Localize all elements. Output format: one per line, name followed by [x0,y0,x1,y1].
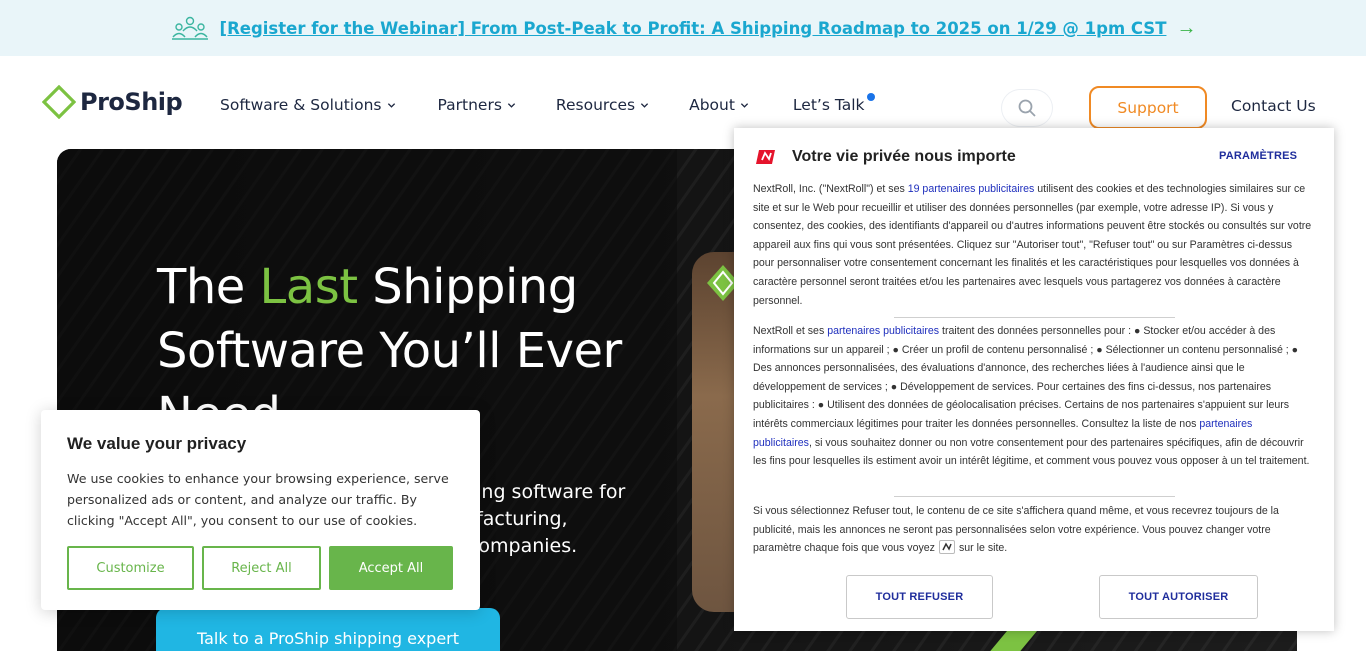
nav-label: About [689,96,735,114]
hero-subtitle-line: nufacturing, [452,508,568,530]
partners-link[interactable]: partenaires publicitaires [827,325,939,337]
hero-title-accent: Last [259,259,358,315]
nav-about[interactable]: About [689,96,749,114]
search-button[interactable] [1001,89,1053,127]
text-segment: , si vous souhaitez donner ou non votre … [753,436,1310,468]
nextroll-paragraph-3: Si vous sélectionnez Refuser tout, le co… [753,502,1313,558]
tout-refuser-button[interactable]: TOUT REFUSER [846,575,993,619]
logo-text: ProShip [80,88,183,116]
parametres-link[interactable]: PARAMÈTRES [1219,150,1297,162]
hero-subtitle-line: s companies. [452,535,578,557]
search-icon [1018,99,1036,117]
tout-autoriser-button[interactable]: TOUT AUTORISER [1099,575,1258,619]
text-segment: utilisent des cookies et des technologie… [753,183,1312,307]
cookie-title: We value your privacy [67,434,247,453]
customize-button[interactable]: Customize [67,546,194,590]
nav-resources[interactable]: Resources [556,96,649,114]
nextroll-logo-icon [756,150,775,164]
nav-label: Resources [555,96,636,114]
cookie-consent-banner: We value your privacy We use cookies to … [41,410,480,610]
divider [894,317,1175,318]
text-segment: NextRoll et ses [753,325,828,337]
chevron-down-icon [507,102,516,108]
proship-logo[interactable]: ProShip [42,85,183,119]
support-button[interactable]: Support [1089,86,1207,129]
nextroll-paragraph-1: NextRoll, Inc. ("NextRoll") et ses 19 pa… [753,180,1313,310]
contact-us-link[interactable]: Contact Us [1231,97,1316,115]
main-nav: Software & Solutions Partners Resources … [220,93,875,114]
text-segment: traitent des données personnelles pour :… [753,325,1299,430]
chevron-down-icon [387,102,395,108]
nav-label: Partners [437,96,502,114]
nav-label: Software & Solutions [220,96,382,114]
people-group-icon [170,14,210,42]
accept-all-button[interactable]: Accept All [329,546,453,590]
chevron-down-icon [640,102,649,108]
arrow-right-icon[interactable]: → [1176,18,1196,38]
cookie-text: We use cookies to enhance your browsing … [67,471,449,528]
hero-title-pre: The [157,259,260,315]
talk-to-expert-button[interactable]: Talk to a ProShip shipping expert [156,608,500,651]
text-segment: sur le site. [958,542,1008,555]
nav-software-solutions[interactable]: Software & Solutions [220,96,396,114]
text-segment: NextRoll, Inc. ("NextRoll") et ses [753,183,908,195]
nav-label: Let’s Talk [792,96,865,114]
nextroll-consent-dialog: Votre vie privée nous importe PARAMÈTRES… [734,128,1334,631]
nav-lets-talk[interactable]: Let’s Talk [792,93,875,114]
hero-subtitle-line: pping software for [452,481,626,503]
announcement-bar: [Register for the Webinar] From Post-Pea… [0,0,1366,56]
reject-all-button[interactable]: Reject All [202,546,321,590]
text-segment: Si vous sélectionnez Refuser tout, le co… [753,505,1279,555]
partners-link[interactable]: 19 partenaires publicitaires [908,183,1035,195]
notification-dot [866,93,875,101]
chevron-down-icon [740,102,749,108]
nav-partners[interactable]: Partners [438,96,516,114]
proship-logo-icon [42,85,76,119]
nextroll-settings-icon[interactable] [938,540,955,555]
webinar-link[interactable]: [Register for the Webinar] From Post-Pea… [220,19,1167,38]
nextroll-paragraph-2: NextRoll et ses partenaires publicitaire… [753,322,1313,471]
nextroll-title: Votre vie privée nous importe [792,148,1016,165]
divider [894,496,1175,497]
